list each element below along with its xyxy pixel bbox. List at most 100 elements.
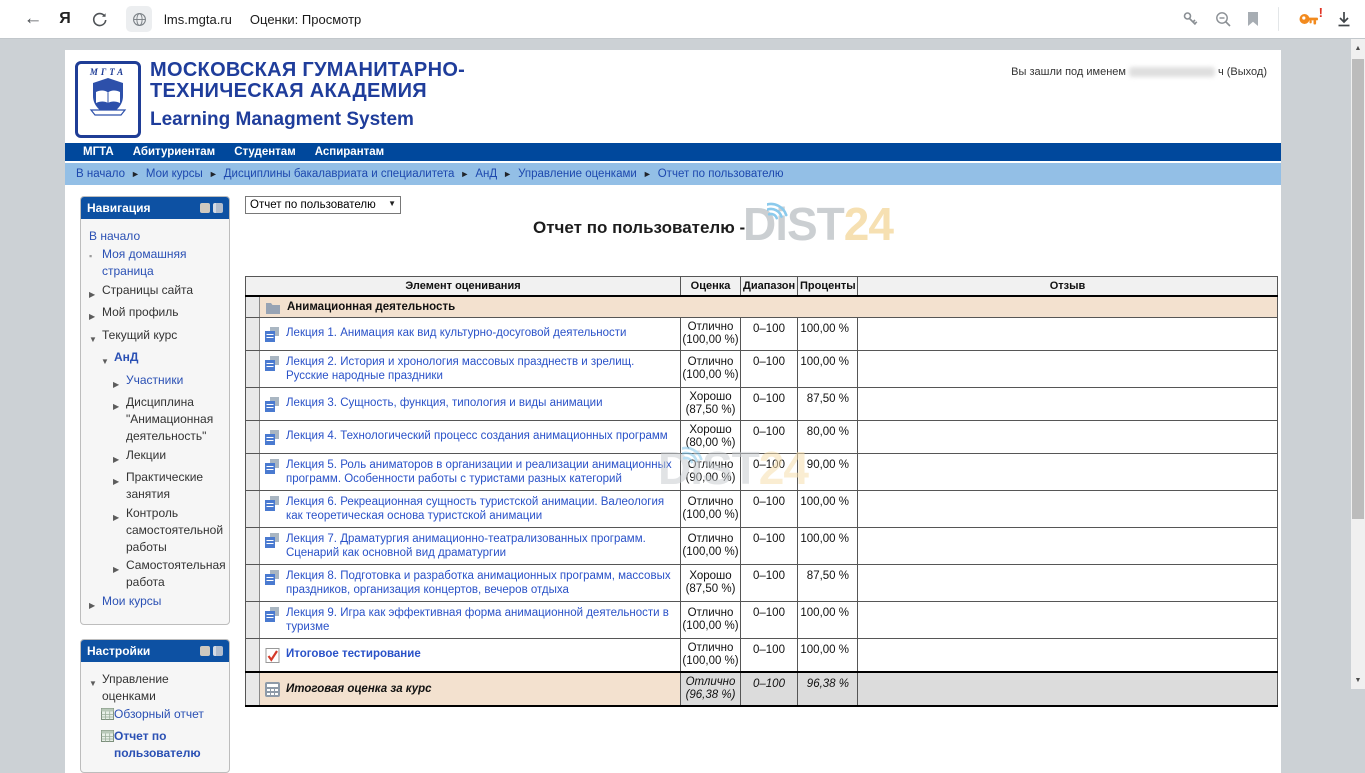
breadcrumb-item[interactable]: АнД bbox=[475, 168, 497, 180]
level-cell bbox=[246, 491, 260, 528]
range-cell: 0–100 bbox=[741, 491, 798, 528]
grade-label: Отлично bbox=[682, 459, 739, 472]
logo-text: МГТА bbox=[90, 67, 126, 77]
grade-item-link[interactable]: Лекция 6. Рекреационная сущность туристс… bbox=[286, 495, 675, 523]
address-url[interactable]: lms.mgta.ru bbox=[164, 12, 232, 27]
lesson-icon bbox=[265, 326, 281, 342]
grade-label: Хорошо bbox=[682, 570, 739, 583]
sidebar-item-label: Мой профиль bbox=[102, 304, 225, 325]
report-type-select[interactable]: Отчет по пользователю bbox=[245, 196, 401, 214]
range-cell: 0–100 bbox=[741, 318, 798, 351]
dock-block-icon[interactable] bbox=[213, 646, 223, 656]
sidebar-item[interactable]: ▼Управление оценками bbox=[85, 671, 225, 705]
range-cell: 0–100 bbox=[741, 351, 798, 388]
breadcrumb-item[interactable]: Управление оценками bbox=[518, 168, 637, 180]
watermark-text-orange: 24 bbox=[844, 197, 893, 251]
grade-item-link[interactable]: Лекция 4. Технологический процесс создан… bbox=[286, 429, 668, 443]
item-name-cell: Лекция 3. Сущность, функция, типология и… bbox=[260, 388, 681, 421]
level-cell bbox=[246, 296, 260, 318]
grade-item-link[interactable]: Лекция 9. Игра как эффективная форма ани… bbox=[286, 606, 675, 634]
breadcrumb-separator-icon: ► bbox=[131, 169, 140, 179]
navigation-block-header[interactable]: Навигация bbox=[81, 197, 229, 219]
lesson-icon bbox=[265, 355, 281, 371]
level-cell bbox=[246, 351, 260, 388]
grade-table: Элемент оценивания Оценка Диапазон Проце… bbox=[245, 276, 1278, 707]
nav-item-Студентам[interactable]: Студентам bbox=[234, 146, 296, 158]
item-name: Лекция 6. Рекреационная сущность туристс… bbox=[265, 495, 675, 523]
grade-label: Отлично bbox=[682, 321, 739, 334]
grade-item-link[interactable]: Лекция 3. Сущность, функция, типология и… bbox=[286, 396, 603, 410]
column-header-range: Диапазон bbox=[741, 277, 798, 297]
zoom-out-icon[interactable] bbox=[1214, 10, 1232, 28]
feedback-cell bbox=[858, 388, 1278, 421]
protect-alert-icon[interactable]: ! bbox=[1297, 9, 1321, 29]
collapse-block-icon[interactable] bbox=[200, 203, 210, 213]
dock-block-icon[interactable] bbox=[213, 203, 223, 213]
site-globe-icon[interactable] bbox=[126, 6, 152, 32]
scroll-up-icon[interactable]: ▲ bbox=[1351, 41, 1365, 55]
password-key-icon[interactable] bbox=[1182, 11, 1200, 27]
sidebar-item[interactable]: ▪Моя домашняя страница bbox=[85, 246, 225, 280]
nav-item-Абитуриентам[interactable]: Абитуриентам bbox=[133, 146, 215, 158]
item-name: Итоговая оценка за курс bbox=[265, 681, 675, 697]
item-name-cell: Лекция 4. Технологический процесс создан… bbox=[260, 421, 681, 454]
scroll-down-icon[interactable]: ▼ bbox=[1351, 673, 1365, 687]
scrollbar-thumb[interactable] bbox=[1352, 59, 1364, 519]
sidebar-item[interactable]: ▶Контроль самостоятельной работы bbox=[85, 505, 225, 556]
breadcrumb-item[interactable]: Мои курсы bbox=[146, 168, 203, 180]
grade-item-link[interactable]: Лекция 5. Роль аниматоров в организации … bbox=[286, 458, 675, 486]
site-header: МГТА МОСКОВСКАЯ ГУМАНИТАРНО- ТЕХНИЧЕСКАЯ… bbox=[65, 50, 1281, 143]
breadcrumb-item[interactable]: Дисциплины бакалавриата и специалитета bbox=[224, 168, 455, 180]
sidebar-item[interactable]: ▼Текущий курс bbox=[85, 327, 225, 348]
sidebar-item[interactable]: ▼АнД bbox=[85, 349, 225, 370]
page-scrollbar[interactable]: ▲ ▼ bbox=[1351, 39, 1365, 689]
grade-cell: Хорошо(87,50 %) bbox=[681, 565, 741, 602]
sidebar-item-label: АнД bbox=[114, 349, 225, 370]
yandex-icon[interactable]: Я bbox=[48, 10, 82, 28]
breadcrumb-item[interactable]: Отчет по пользователю bbox=[658, 168, 784, 180]
item-name: Лекция 8. Подготовка и разработка анимац… bbox=[265, 569, 675, 597]
breadcrumb-item[interactable]: В начало bbox=[76, 168, 125, 180]
lesson-icon bbox=[265, 396, 281, 412]
sidebar-item[interactable]: Обзорный отчет bbox=[85, 706, 225, 726]
grade-row: Лекция 2. История и хронология массовых … bbox=[246, 351, 1278, 388]
range-cell: 0–100 bbox=[741, 528, 798, 565]
sidebar-item[interactable]: ▶Мои курсы bbox=[85, 593, 225, 614]
grade-row: Итоговое тестированиеОтлично(100,00 %)0–… bbox=[246, 639, 1278, 673]
nav-item-МГТА[interactable]: МГТА bbox=[83, 146, 114, 158]
sidebar-item[interactable]: В начало bbox=[85, 228, 225, 245]
column-header-feedback: Отзыв bbox=[858, 277, 1278, 297]
sidebar-item-label: Участники bbox=[126, 372, 225, 393]
nav-item-Аспирантам[interactable]: Аспирантам bbox=[315, 146, 384, 158]
grade-item-link[interactable]: Лекция 7. Драматургия анимационно-театра… bbox=[286, 532, 675, 560]
breadcrumb-separator-icon: ► bbox=[503, 169, 512, 179]
sidebar-item[interactable]: Отчет по пользователю bbox=[85, 728, 225, 762]
grade-percent-detail: (96,38 %) bbox=[682, 689, 739, 702]
sidebar-item[interactable]: ▶Мой профиль bbox=[85, 304, 225, 325]
sidebar-item[interactable]: ▶Участники bbox=[85, 372, 225, 393]
percent-cell: 100,00 % bbox=[798, 491, 858, 528]
grade-item-link[interactable]: Лекция 2. История и хронология массовых … bbox=[286, 355, 675, 383]
sidebar-item-label: Лекции bbox=[126, 447, 225, 468]
grade-item-link[interactable]: Лекция 1. Анимация как вид культурно-дос… bbox=[286, 326, 626, 340]
refresh-icon[interactable] bbox=[82, 11, 116, 28]
arrow-right-icon: ▶ bbox=[113, 469, 126, 503]
sidebar-item[interactable]: ▶Дисциплина "Анимационная деятельность" bbox=[85, 394, 225, 445]
logout-link[interactable]: ч (Выход) bbox=[1218, 66, 1267, 78]
collapse-block-icon[interactable] bbox=[200, 646, 210, 656]
grade-item-link[interactable]: Лекция 8. Подготовка и разработка анимац… bbox=[286, 569, 675, 597]
grade-row: Лекция 1. Анимация как вид культурно-дос… bbox=[246, 318, 1278, 351]
sidebar-item[interactable]: ▶Самостоятельная работа bbox=[85, 557, 225, 591]
sidebar-item[interactable]: ▶Лекции bbox=[85, 447, 225, 468]
sidebar-item[interactable]: ▶Практические занятия bbox=[85, 469, 225, 503]
sidebar-item-label: Текущий курс bbox=[102, 327, 225, 348]
bookmark-icon[interactable] bbox=[1246, 11, 1260, 27]
grade-item-link[interactable]: Итоговое тестирование bbox=[286, 647, 421, 661]
back-icon[interactable]: ← bbox=[18, 8, 48, 30]
site-title-line3: Learning Managment System bbox=[150, 109, 465, 131]
arrow-down-icon: ▼ bbox=[89, 327, 102, 348]
download-icon[interactable] bbox=[1335, 10, 1353, 28]
site-title-line1: МОСКОВСКАЯ ГУМАНИТАРНО- bbox=[150, 60, 465, 81]
sidebar-item[interactable]: ▶Страницы сайта bbox=[85, 282, 225, 303]
settings-block-header[interactable]: Настройки bbox=[81, 640, 229, 662]
